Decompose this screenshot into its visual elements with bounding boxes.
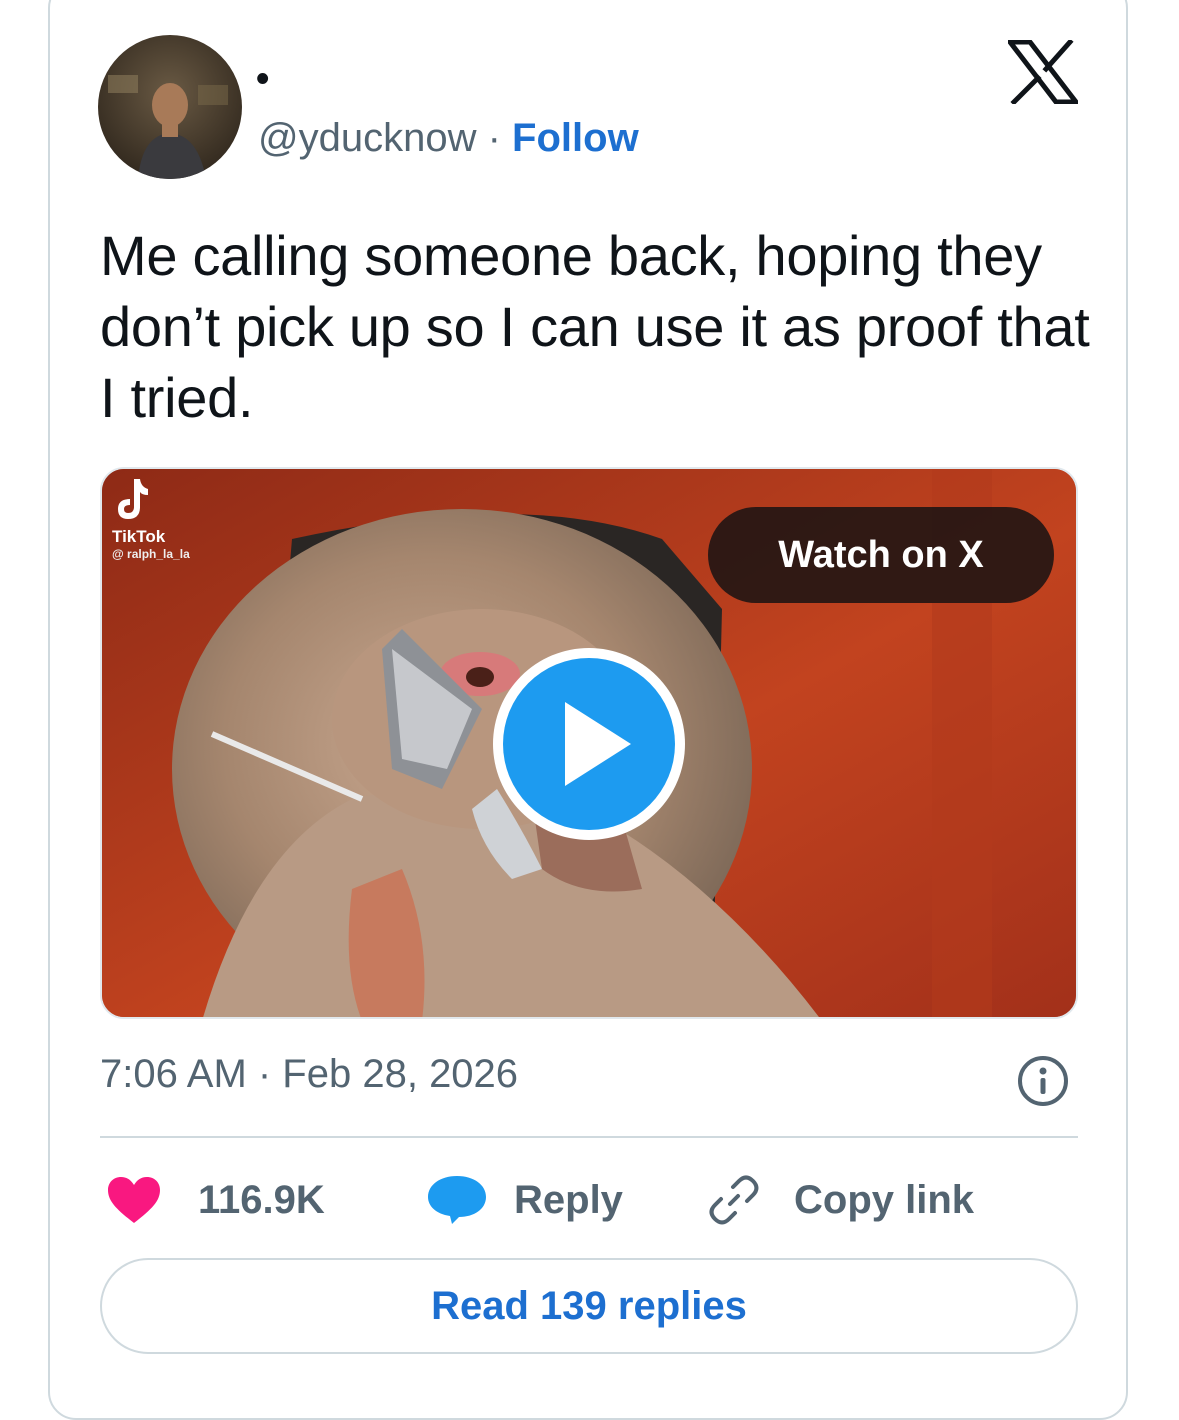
copy-link-label: Copy link <box>794 1177 975 1222</box>
tweet-timestamp[interactable]: 7:06 AM · Feb 28, 2026 <box>100 1052 518 1096</box>
heart-icon <box>108 1177 160 1223</box>
author-handle[interactable]: @yducknow <box>258 116 476 160</box>
info-icon[interactable] <box>1016 1054 1070 1108</box>
play-icon[interactable] <box>489 644 689 844</box>
tiktok-logo-icon <box>118 479 148 519</box>
reply-bubble-icon <box>428 1176 486 1224</box>
tiktok-username: @ ralph_la_la <box>112 547 190 561</box>
like-button[interactable]: 116.9K <box>106 1172 325 1228</box>
copy-link-button[interactable]: Copy link <box>706 1172 974 1228</box>
display-name[interactable]: • <box>256 60 269 98</box>
x-logo-icon[interactable] <box>1008 40 1078 104</box>
reply-label: Reply <box>514 1177 623 1222</box>
divider <box>100 1136 1078 1138</box>
avatar[interactable] <box>98 35 242 179</box>
video-media[interactable]: TikTok @ ralph_la_la Watch on X <box>100 467 1078 1019</box>
like-count: 116.9K <box>198 1177 325 1222</box>
separator-dot: · <box>487 116 513 160</box>
avatar-photo <box>98 35 242 179</box>
watch-on-x-button[interactable]: Watch on X <box>708 507 1054 603</box>
follow-button[interactable]: Follow <box>512 116 639 160</box>
handle-row: @yducknow · Follow <box>258 116 639 160</box>
tiktok-watermark: TikTok <box>112 527 166 546</box>
tweet-text: Me calling someone back, hoping they don… <box>100 224 1090 429</box>
reply-button[interactable]: Reply <box>426 1172 623 1228</box>
link-icon <box>709 1175 759 1225</box>
read-replies-button[interactable]: Read 139 replies <box>100 1258 1078 1354</box>
